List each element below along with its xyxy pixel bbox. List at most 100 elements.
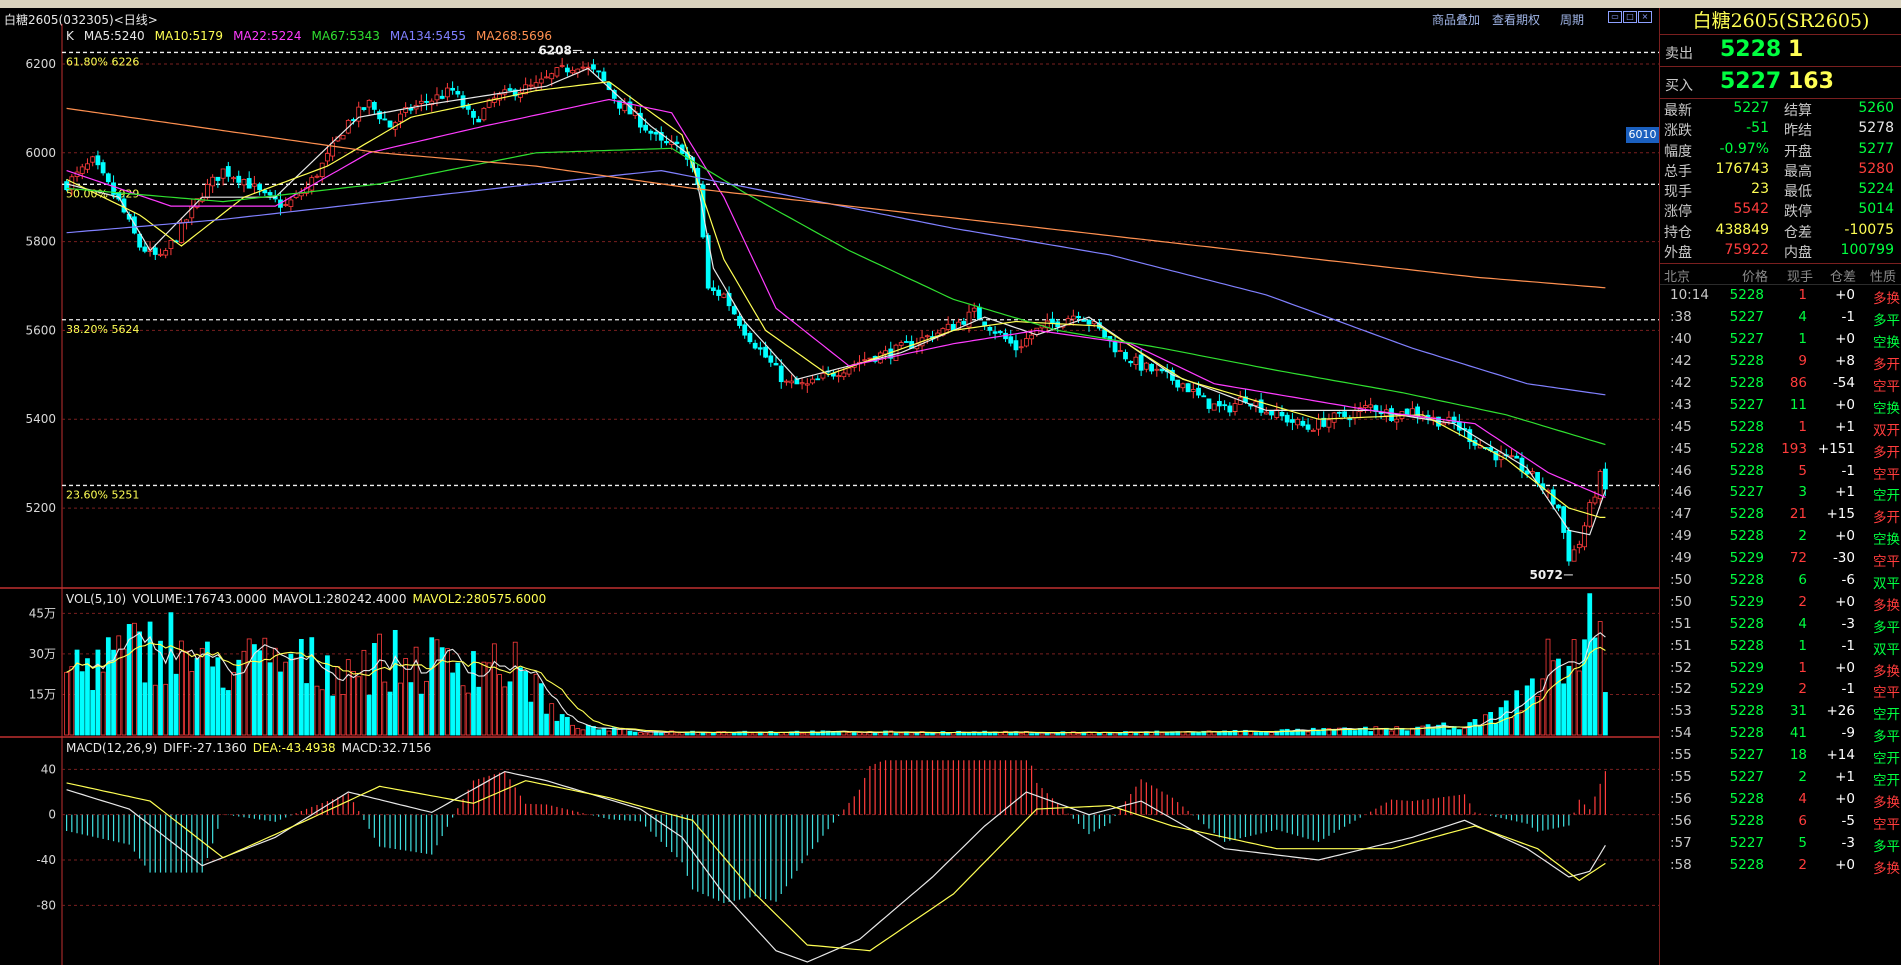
volume-tick-label: 30万 — [29, 647, 56, 661]
tick-row[interactable]: :56 5228 4 +0 多换 — [1660, 789, 1901, 811]
chart-area[interactable]: 6200 6000 5800 5600 5400 5200 45万 30万 15万 40 0 -40 -… — [0, 0, 1659, 965]
tick-row[interactable]: :54 5228 41 -9 多平 — [1660, 723, 1901, 745]
tick-time: :55 — [1670, 747, 1692, 764]
candle-body — [1211, 403, 1217, 411]
tick-type: 多开 — [1873, 510, 1900, 527]
candle-body — [1347, 418, 1353, 421]
candle-body — [1117, 350, 1123, 352]
volume-tick-label: 15万 — [29, 687, 56, 701]
tick-row[interactable]: :38 5227 4 -1 多平 — [1660, 307, 1901, 329]
candle-body — [747, 332, 753, 343]
volume-bar — [398, 682, 403, 736]
tick-row[interactable]: :40 5227 1 +0 空换 — [1660, 329, 1901, 351]
quote-value: -0.97% — [1719, 140, 1769, 157]
tick-oi: -1 — [1841, 309, 1855, 326]
volume-bar — [977, 732, 982, 736]
volume-bar — [194, 658, 200, 736]
candle-body — [1034, 327, 1040, 335]
tick-row[interactable]: :52 5229 2 -1 空平 — [1660, 679, 1901, 701]
tick-row[interactable]: :52 5229 1 +0 多换 — [1660, 658, 1901, 680]
volume-bar — [199, 647, 205, 736]
candle-body — [142, 246, 148, 252]
tick-row[interactable]: :55 5227 18 +14 空开 — [1660, 745, 1901, 767]
tick-row[interactable]: :45 5228 1 +1 双开 — [1660, 417, 1901, 439]
tick-price: 5228 — [1729, 353, 1764, 370]
ask-row[interactable]: 卖出 5228 1 — [1660, 35, 1901, 67]
tick-row[interactable]: :46 5227 3 +1 空开 — [1660, 482, 1901, 504]
volume-bar — [606, 730, 612, 736]
tick-row[interactable]: :57 5227 5 -3 多平 — [1660, 833, 1901, 855]
quote-value: 100799 — [1840, 242, 1894, 259]
candle-body — [580, 66, 586, 69]
tick-price: 5228 — [1729, 571, 1764, 588]
tick-volume: 21 — [1789, 506, 1807, 523]
tick-row[interactable]: :56 5228 6 -5 空平 — [1660, 811, 1901, 833]
tick-volume: 31 — [1789, 703, 1807, 720]
candle-body — [330, 142, 336, 157]
tick-price: 5228 — [1729, 790, 1764, 807]
tick-volume: 2 — [1798, 593, 1807, 610]
volume-bar — [596, 729, 602, 736]
volume-bar — [804, 732, 810, 736]
volume-bar — [272, 647, 278, 736]
tick-type: 空平 — [1873, 685, 1900, 702]
tick-row[interactable]: :58 5228 2 +0 多换 — [1660, 855, 1901, 877]
quote-row: 持仓 438849 仓差 -10075 — [1660, 221, 1901, 241]
tick-oi: +1 — [1835, 768, 1855, 785]
candle-body — [1149, 363, 1154, 372]
tick-price: 5228 — [1729, 440, 1764, 457]
volume-bar — [987, 732, 993, 736]
tick-row[interactable]: :47 5228 21 +15 多开 — [1660, 504, 1901, 526]
volume-bars-group — [64, 593, 1608, 736]
tick-row[interactable]: :50 5228 6 -6 双平 — [1660, 570, 1901, 592]
volume-bar — [455, 662, 461, 736]
candle-body — [184, 219, 189, 223]
tick-price: 5227 — [1729, 834, 1764, 851]
tick-volume: 193 — [1781, 440, 1807, 457]
volume-bar — [210, 666, 216, 736]
volume-bar — [1467, 722, 1473, 736]
tick-row[interactable]: :46 5228 5 -1 空平 — [1660, 461, 1901, 483]
volume-bar — [481, 661, 487, 736]
volume-bar — [857, 732, 862, 736]
volume-bar — [408, 682, 414, 736]
volume-bar — [252, 644, 257, 736]
tick-row[interactable]: :55 5227 2 +1 空开 — [1660, 767, 1901, 789]
tick-row[interactable]: :53 5228 31 +26 空开 — [1660, 701, 1901, 723]
tick-row[interactable]: :51 5228 4 -3 多平 — [1660, 614, 1901, 636]
candle-body — [79, 166, 85, 174]
candle-body — [945, 323, 951, 330]
tick-row[interactable]: :42 5228 86 -54 空平 — [1660, 373, 1901, 395]
quote-row: 最新 5227 结算 5260 — [1660, 99, 1901, 119]
candle-body — [163, 250, 169, 256]
volume-bar — [429, 637, 435, 736]
ticks-list[interactable]: 10:14 5228 1 +0 多换:38 5227 4 -1 多平:40 5227 1 +0 空换:4… — [1660, 285, 1901, 876]
tick-row[interactable]: :49 5228 2 +0 空换 — [1660, 526, 1901, 548]
tick-price: 5228 — [1729, 637, 1764, 654]
tick-row[interactable]: :45 5228 193 +151 多开 — [1660, 439, 1901, 461]
tick-price: 5227 — [1729, 768, 1764, 785]
quote-key: 跌停 — [1784, 204, 1812, 221]
candle-body — [538, 78, 544, 84]
tick-price: 5229 — [1729, 659, 1764, 676]
volume-bar — [309, 637, 315, 736]
tick-time: :50 — [1670, 571, 1692, 588]
volume-bar — [152, 684, 158, 736]
tick-time: :52 — [1670, 681, 1692, 698]
candle-body — [778, 365, 784, 383]
tick-volume: 1 — [1798, 659, 1807, 676]
tick-row[interactable]: 10:14 5228 1 +0 多换 — [1660, 285, 1901, 307]
tick-row[interactable]: :50 5229 2 +0 多换 — [1660, 592, 1901, 614]
tick-time: :51 — [1670, 637, 1692, 654]
candle-body — [971, 307, 977, 312]
ma-legend-item: MA67:5343 — [312, 29, 380, 43]
bid-label: 买入 — [1665, 78, 1693, 94]
candle-body — [1316, 418, 1321, 430]
bid-row[interactable]: 买入 5227 163 — [1660, 67, 1901, 99]
tick-row[interactable]: :49 5229 72 -30 空平 — [1660, 548, 1901, 570]
tick-row[interactable]: :42 5228 9 +8 多开 — [1660, 351, 1901, 373]
tick-row[interactable]: :51 5228 1 -1 双平 — [1660, 636, 1901, 658]
tick-row[interactable]: :43 5227 11 +0 空换 — [1660, 395, 1901, 417]
volume-bar — [85, 658, 90, 736]
bid-price: 5227 — [1720, 69, 1782, 94]
